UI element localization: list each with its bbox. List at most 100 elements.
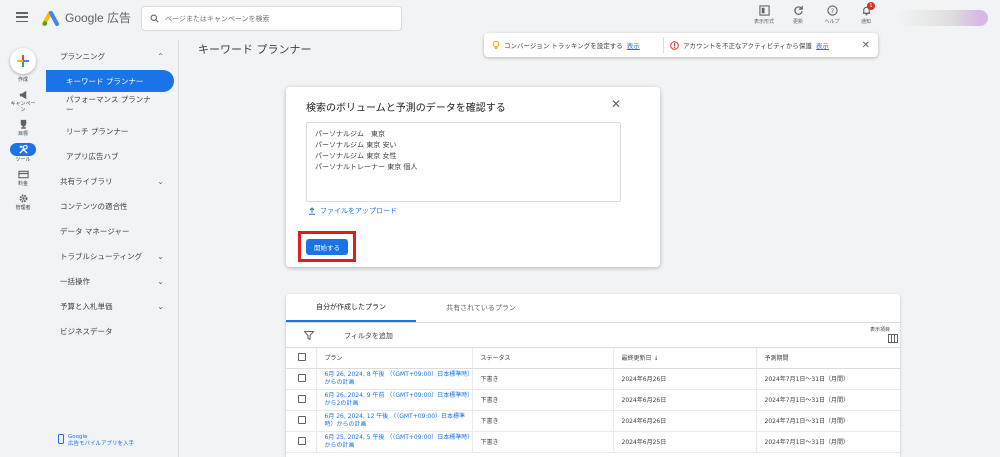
rail-label-create: 作成 [17,77,28,83]
nav-section-planning[interactable]: プランニング ⌃ [46,45,174,67]
mobile-app-brand: Google [68,434,88,440]
rail-item-create[interactable]: 作成 [0,76,46,83]
rail-label-tools: ツール [15,157,31,163]
tab-shared-plans[interactable]: 共有されているプラン [416,294,546,322]
table-row[interactable]: 6月 26, 2024, 8 午後 （（GMT+09:00）日本標準時）からの計… [286,368,900,390]
row-checkbox-cell [286,368,317,390]
plan-status: 下書き [472,410,614,432]
search-input[interactable] [165,14,365,23]
plan-period: 2024年7月1日～31日（月間） [756,389,900,411]
rail-label-billing: 料金 [17,181,28,187]
tab-my-plans[interactable]: 自分が作成したプラン [286,294,416,322]
rail-label-goals: 目標 [17,131,28,137]
account-chip[interactable] [898,10,988,26]
upload-icon [309,207,315,215]
phone-icon [58,434,64,444]
nav-label-bulk-actions: 一括操作 [60,276,90,286]
account-protection-text: アカウントを不正なアクティビティから保護 [683,42,812,50]
refresh-button[interactable]: 更新 [786,5,810,25]
help-button[interactable]: ? ヘルプ [820,5,844,25]
chevron-down-icon: ⌄ [157,301,164,311]
nav-section-shared-library[interactable]: 共有ライブラリ ⌄ [46,170,174,192]
header-period[interactable]: 予測期間 [756,348,900,369]
mobile-app-link[interactable]: 広告モバイルアプリを入手 [68,441,134,448]
rail-item-tools[interactable]: ツール [0,143,46,163]
google-ads-logo[interactable]: Google 広告 [42,9,131,26]
table-row[interactable]: 6月 26, 2024, 9 午前 （（GMT+09:00）日本標準時）から2の… [286,389,900,411]
plan-updated: 2024年6月25日 [613,431,757,453]
nav-item-business-data[interactable]: ビジネスデータ [46,320,174,342]
nav-item-data-manager[interactable]: データ マネージャー [46,220,174,242]
close-icon[interactable]: ✕ [611,97,621,111]
table-row[interactable]: 6月 26, 2024, 12 午後 （（GMT+09:00）日本標準時）からの… [286,410,900,432]
keywords-textarea[interactable]: パーソナルジム 東京 パーソナルジム 東京 安い パーソナルジム 東京 女性 パ… [306,122,621,202]
plan-status: 下書き [472,368,614,390]
plan-updated: 2024年6月26日 [613,410,757,432]
row-checkbox[interactable] [298,415,306,424]
dialog-title: 検索のボリュームと予測のデータを確認する [306,103,506,114]
row-checkbox[interactable] [298,436,306,445]
rail-label-campaigns: キャンペーン [10,101,36,113]
notifications-button[interactable]: 1 通知 [854,2,878,25]
display-format-button[interactable]: 表示形式 [752,5,776,25]
search-box[interactable] [141,6,402,31]
chevron-down-icon: ⌄ [157,276,164,286]
gear-icon [19,194,27,203]
conversion-tracking-link[interactable]: 表示 [627,40,640,50]
nav-section-troubleshooting[interactable]: トラブルシューティング ⌄ [46,245,174,267]
close-notice-icon[interactable]: ✕ [862,40,870,51]
plan-period: 2024年7月1日～31日（月間） [756,431,900,453]
nav-item-reach-planner[interactable]: リーチ プランナー [52,120,174,142]
row-checkbox[interactable] [298,394,306,403]
plans-tabs: 自分が作成したプラン 共有されているプラン [286,294,900,323]
rail-item-billing[interactable]: 料金 [0,169,46,187]
columns-button[interactable]: 表示項目 [870,326,898,343]
upload-file-label: ファイルをアップロード [320,207,397,215]
nav-item-performance-planner[interactable]: パフォーマンス プランナー [52,92,152,118]
nav-item-keyword-planner[interactable]: キーワード プランナー [46,70,174,92]
rail-item-admin[interactable]: 管理者 [0,193,46,211]
nav-section-budgets-bidding[interactable]: 予算と入札単価 ⌄ [46,295,174,317]
nav-label-performance-planner: パフォーマンス プランナー [66,95,151,114]
header-updated[interactable]: 最終更新日 ↓ [613,348,757,369]
error-icon [670,40,679,50]
add-filter-button[interactable]: フィルタを追加 [344,331,393,341]
header-plan[interactable]: プラン [316,348,473,369]
refresh-icon [793,5,803,15]
help-icon: ? [826,5,838,16]
page-title: キーワード プランナー [198,43,312,56]
nav-section-bulk-actions[interactable]: 一括操作 ⌄ [46,270,174,292]
lightbulb-icon [492,40,500,49]
account-protection-notice: アカウントを不正なアクティビティから保護 表示 [664,40,862,50]
create-button[interactable] [10,48,36,74]
chevron-up-icon: ⌃ [157,51,164,61]
plan-name-link[interactable]: 6月 25, 2024, 5 午後 （（GMT+09:00）日本標準時）からの計… [316,431,473,453]
table-row[interactable]: 6月 25, 2024, 5 午後 （（GMT+09:00）日本標準時）からの計… [286,431,900,453]
plan-status: 下書き [472,389,614,411]
plan-updated: 2024年6月26日 [613,389,757,411]
row-checkbox[interactable] [298,373,306,382]
header-status[interactable]: ステータス [472,348,614,369]
search-icon [150,14,159,23]
mobile-app-promo[interactable]: Google 広告モバイルアプリを入手 [58,434,134,448]
select-all-checkbox[interactable] [298,352,306,361]
nav-item-content-suitability[interactable]: コンテンツの適合性 [46,195,174,217]
conversion-tracking-text: コンバージョン トラッキングを設定する [504,42,623,50]
mobile-app-text: Google 広告モバイルアプリを入手 [68,434,134,448]
plan-name-link[interactable]: 6月 26, 2024, 8 午後 （（GMT+09:00）日本標準時）からの計… [316,368,473,390]
upload-file-link[interactable]: ファイルをアップロード [308,206,397,216]
nav-item-app-ad-hub[interactable]: アプリ広告ハブ [52,145,174,167]
rail-item-campaigns[interactable]: キャンペーン [0,89,46,113]
menu-icon[interactable] [16,12,28,22]
plan-name-link[interactable]: 6月 26, 2024, 12 午後 （（GMT+09:00）日本標準時）からの… [316,410,473,432]
plan-status: 下書き [472,431,614,453]
rail-item-goals[interactable]: 目標 [0,119,46,137]
display-format-label: 表示形式 [753,19,774,25]
plan-name-link[interactable]: 6月 26, 2024, 9 午前 （（GMT+09:00）日本標準時）から2の… [316,389,473,411]
filter-bar: フィルタを追加 表示項目 [286,323,900,348]
filter-icon[interactable] [304,331,314,340]
start-button[interactable]: 開始する [306,239,348,255]
account-protection-link[interactable]: 表示 [816,40,829,50]
columns-label: 表示項目 [870,327,891,333]
nav-label-planning: プランニング [60,51,105,61]
